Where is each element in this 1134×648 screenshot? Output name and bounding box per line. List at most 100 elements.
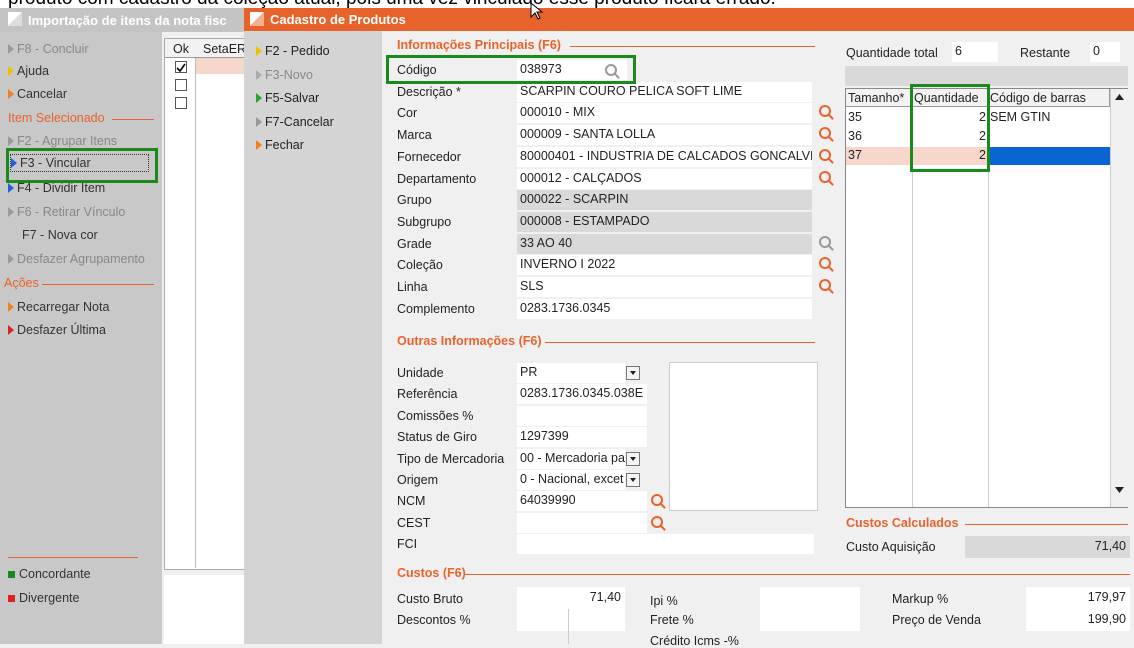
search-icon[interactable] bbox=[819, 149, 831, 161]
menu-pedido[interactable]: F2 - Pedido bbox=[256, 44, 330, 58]
field-ncm[interactable]: 64039990 bbox=[517, 491, 647, 511]
field-origem[interactable]: 0 - Nacional, excet bbox=[517, 470, 625, 490]
cell-size[interactable]: 37 bbox=[846, 147, 912, 165]
cell-size[interactable]: 35 bbox=[846, 109, 912, 127]
menu-retirar-vinculo[interactable]: F6 - Retirar Vínculo bbox=[8, 205, 125, 219]
menu-dividir-label: F4 - Dividir Item bbox=[17, 181, 106, 195]
qty-total-field[interactable]: 6 bbox=[952, 42, 998, 62]
menu-ajuda[interactable]: Ajuda bbox=[8, 64, 49, 78]
remaining-field[interactable]: 0 bbox=[1090, 42, 1120, 62]
icms-credit-label: Crédito Icms -% bbox=[650, 634, 739, 648]
field-tipo-de-mercadoria[interactable]: 00 - Mercadoria pa bbox=[517, 449, 625, 469]
arrow-icon bbox=[8, 89, 14, 99]
field-cole-o[interactable]: INVERNO I 2022 bbox=[517, 255, 812, 275]
menu-recarregar-nota[interactable]: Recarregar Nota bbox=[8, 300, 109, 314]
ok-checkbox[interactable] bbox=[175, 61, 187, 73]
dropdown-arrow-icon[interactable] bbox=[626, 473, 640, 487]
search-icon[interactable] bbox=[819, 279, 831, 291]
menu-desfazer-ultima[interactable]: Desfazer Última bbox=[8, 323, 106, 337]
menu-concluir[interactable]: F8 - Concluir bbox=[8, 42, 89, 56]
dropdown-arrow-icon[interactable] bbox=[626, 452, 640, 466]
menu-agrupar-itens[interactable]: F2 - Agrupar Itens bbox=[8, 134, 117, 148]
field-departamento[interactable]: 000012 - CALÇADOS bbox=[517, 169, 812, 189]
menu-fechar[interactable]: Fechar bbox=[256, 138, 304, 152]
menu-dividir-item[interactable]: F4 - Dividir Item bbox=[8, 181, 105, 195]
menu-pedido-label: F2 - Pedido bbox=[265, 44, 330, 58]
acq-cost-label: Custo Aquisição bbox=[846, 540, 936, 554]
field-fci[interactable] bbox=[517, 534, 814, 554]
scroll-up-icon[interactable] bbox=[1115, 94, 1124, 100]
back-items-grid[interactable]: Ok SetaERP bbox=[164, 38, 254, 570]
dropdown-arrow-icon[interactable] bbox=[626, 366, 640, 380]
field-unidade[interactable]: PR bbox=[517, 363, 625, 383]
discounts-field[interactable] bbox=[517, 609, 625, 631]
search-icon[interactable] bbox=[819, 105, 831, 117]
col-codigo-barras[interactable]: Código de barras bbox=[988, 89, 1110, 107]
gross-cost-field[interactable]: 71,40 bbox=[517, 587, 625, 609]
menu-salvar-label: F5-Salvar bbox=[265, 91, 320, 105]
menu-ajuda-label: Ajuda bbox=[17, 64, 49, 78]
menu-desfazer-agrupamento[interactable]: Desfazer Agrupamento bbox=[8, 252, 145, 266]
ipi-field[interactable] bbox=[760, 587, 860, 609]
qty-total-label: Quantidade total bbox=[846, 46, 938, 60]
menu-salvar[interactable]: F5-Salvar bbox=[256, 91, 319, 105]
menu-nova-cor[interactable]: F7 - Nova cor bbox=[22, 228, 98, 242]
field-cest[interactable] bbox=[517, 513, 647, 533]
divider bbox=[965, 524, 1128, 525]
field-label-fci: FCI bbox=[397, 537, 418, 551]
legend-concordante: Concordante bbox=[8, 567, 91, 581]
front-window-titlebar: Cadastro de Produtos bbox=[244, 8, 1134, 31]
field-marca[interactable]: 000009 - SANTA LOLLA bbox=[517, 125, 812, 145]
field-cor[interactable]: 000010 - MIX bbox=[517, 103, 812, 123]
search-icon[interactable] bbox=[819, 171, 831, 183]
vertical-scrollbar[interactable] bbox=[1110, 89, 1128, 507]
menu-cancelar-label: Cancelar bbox=[17, 87, 68, 101]
sale-price-field[interactable]: 199,90 bbox=[1026, 609, 1130, 631]
field-label-departamento: Departamento bbox=[397, 172, 477, 186]
red-square-icon bbox=[8, 595, 15, 602]
menu-cancelar-front[interactable]: F7-Cancelar bbox=[256, 115, 334, 129]
menu-novo[interactable]: F3-Novo bbox=[256, 68, 313, 82]
ok-checkbox[interactable] bbox=[175, 79, 187, 91]
search-icon[interactable] bbox=[819, 257, 831, 269]
field-grupo: 000022 - SCARPIN bbox=[517, 190, 812, 210]
field-subgrupo: 000008 - ESTAMPADO bbox=[517, 212, 812, 232]
menu-cancelar[interactable]: Cancelar bbox=[8, 87, 67, 101]
arrow-icon bbox=[256, 140, 262, 150]
menu-cancelar-front-label: F7-Cancelar bbox=[265, 115, 334, 129]
section-item-selecionado: Item Selecionado bbox=[8, 111, 105, 125]
field-label-tipo-de-mercadoria: Tipo de Mercadoria bbox=[397, 452, 505, 466]
cell-barcode[interactable] bbox=[988, 147, 1110, 165]
field-linha[interactable]: SLS bbox=[517, 277, 812, 297]
gross-cost-label: Custo Bruto bbox=[397, 592, 464, 606]
field-refer-ncia[interactable]: 0283.1736.0345.038E bbox=[517, 384, 647, 404]
scroll-down-icon[interactable] bbox=[1115, 487, 1124, 493]
divider bbox=[545, 342, 815, 343]
photo-box[interactable] bbox=[669, 362, 818, 511]
field-label-unidade: Unidade bbox=[397, 366, 444, 380]
ok-checkbox[interactable] bbox=[175, 97, 187, 109]
field-complemento[interactable]: 0283.1736.0345 bbox=[517, 299, 812, 319]
search-icon[interactable] bbox=[819, 236, 831, 248]
ipi-label: Ipi % bbox=[650, 594, 678, 608]
cell-barcode[interactable] bbox=[988, 128, 1110, 146]
field-label-subgrupo: Subgrupo bbox=[397, 215, 452, 229]
col-tamanho[interactable]: Tamanho* bbox=[846, 89, 912, 107]
field-status-de-giro[interactable]: 1297399 bbox=[517, 427, 647, 447]
field-label-cest: CEST bbox=[397, 516, 431, 530]
field-descri-o[interactable]: SCARPIN COURO PELICA SOFT LIME bbox=[517, 82, 812, 102]
grid-toolbar bbox=[845, 66, 1128, 86]
field-fornecedor[interactable]: 80000401 - INDUSTRIA DE CALCADOS GONCALV… bbox=[517, 147, 812, 167]
cell-size[interactable]: 36 bbox=[846, 128, 912, 146]
highlight-quantidade bbox=[910, 84, 990, 172]
freight-field[interactable] bbox=[760, 609, 860, 631]
markup-field[interactable]: 179,97 bbox=[1026, 587, 1130, 609]
search-icon[interactable] bbox=[819, 127, 831, 139]
search-icon[interactable] bbox=[651, 494, 663, 506]
field-comiss-es[interactable] bbox=[517, 406, 647, 426]
highlight-codigo bbox=[386, 55, 636, 84]
cell-barcode[interactable]: SEM GTIN bbox=[988, 109, 1110, 127]
section-acoes: Ações bbox=[4, 276, 39, 290]
grid-selected-row[interactable] bbox=[195, 58, 245, 74]
search-icon[interactable] bbox=[651, 516, 663, 528]
